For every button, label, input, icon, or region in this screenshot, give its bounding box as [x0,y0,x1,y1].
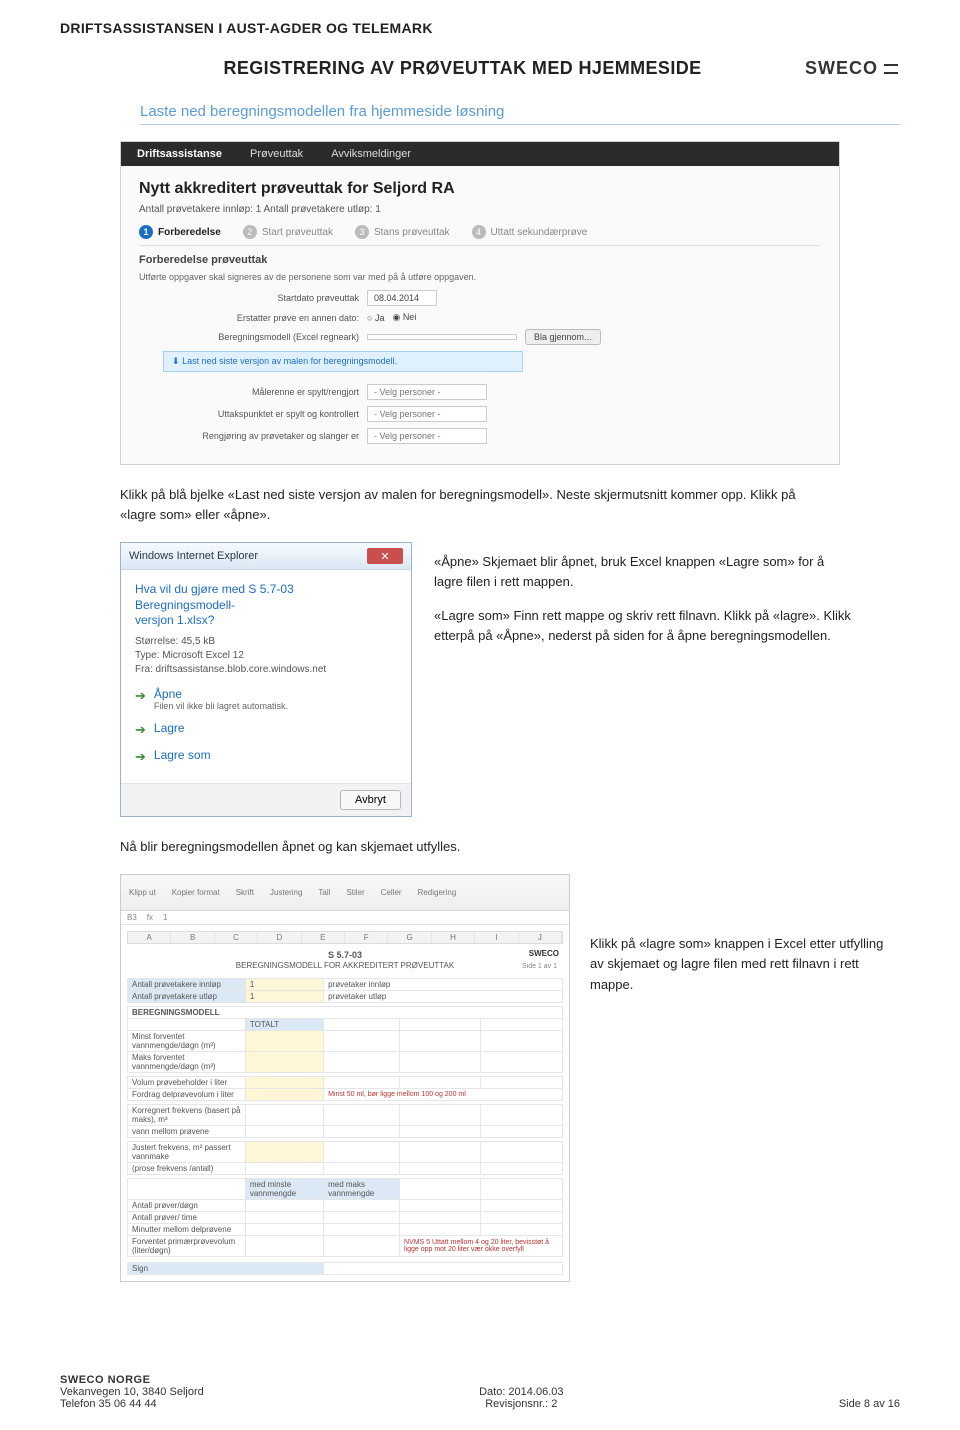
row-uttakspunkt: Uttakspunktet er spylt og kontrollert - … [139,406,821,422]
sheet-logo: SWECO [529,949,559,958]
select-rengjoring[interactable]: - Velg personer - [367,428,487,444]
form-section-desc: Utførte oppgaver skal signeres av de per… [139,272,821,282]
footer-revision: Revisjonsnr.: 2 [479,1398,563,1410]
arrow-icon: ➔ [135,749,146,765]
label-malerenne: Målerenne er spylt/rengjort [139,387,359,397]
label-rengjoring: Rengjøring av prøvetaker og slanger er [139,431,359,441]
download-text: Last ned siste versjon av malen for bere… [182,356,397,366]
select-uttakspunkt[interactable]: - Velg personer - [367,406,487,422]
dialog-and-text-row: Windows Internet Explorer ✕ Hva vil du g… [120,542,900,817]
download-link-bar[interactable]: ⬇ Last ned siste versjon av malen for be… [163,351,523,372]
radio-nei[interactable]: ◉ Nei [392,312,416,323]
ie-download-dialog: Windows Internet Explorer ✕ Hva vil du g… [120,542,412,817]
row-erstatter: Erstatter prøve en annen dato: ○ Ja ◉ Ne… [139,312,821,323]
download-icon: ⬇ [172,356,180,366]
label-uttakspunkt: Uttakspunktet er spylt og kontrollert [139,409,359,419]
row-malerenne: Målerenne er spylt/rengjort - Velg perso… [139,384,821,400]
footer-page: Side 8 av 16 [839,1398,900,1410]
webapp-topbar: Driftsassistanse Prøveuttak Avviksmeldin… [121,142,839,166]
logo-mark-icon [882,60,900,78]
instruction-right-text-2: Klikk på «lagre som» knappen i Excel ett… [590,874,890,994]
section-rule [140,124,900,125]
step-4[interactable]: 4Uttatt sekundærprøve [472,225,588,239]
nav-item-proveuttak[interactable]: Prøveuttak [250,148,303,160]
label-model: Beregningsmodell (Excel regneark) [139,332,359,342]
logo-text: SWECO [805,58,878,79]
radio-ja[interactable]: ○ Ja [367,313,384,323]
option-open[interactable]: ➔ Åpne Filen vil ikke bli lagret automat… [135,687,397,711]
arrow-icon: ➔ [135,688,146,704]
dialog-title-text: Windows Internet Explorer [129,550,258,562]
nav-item-avvik[interactable]: Avviksmeldinger [331,148,411,160]
excel-and-text-row: Klipp utKopier format SkriftJustering Ta… [120,874,900,1282]
row-rengjoring: Rengjøring av prøvetaker og slanger er -… [139,428,821,444]
webapp-body: Nytt akkreditert prøveuttak for Seljord … [121,166,839,464]
screenshot-excel: Klipp utKopier format SkriftJustering Ta… [120,874,570,1282]
footer-left: SWECO NORGE Vekanvegen 10, 3840 Seljord … [60,1374,204,1410]
step-1[interactable]: 1Forberedelse [139,225,221,239]
right-para-1: «Åpne» Skjemaet blir åpnet, bruk Excel k… [434,552,854,592]
instruction-para-2: Nå blir beregningsmodellen åpnet og kan … [120,837,820,857]
page-footer: SWECO NORGE Vekanvegen 10, 3840 Seljord … [60,1374,900,1410]
sheet-title-1: S 5.7-03 [127,950,563,960]
document-title: REGISTRERING AV PRØVEUTTAK MED HJEMMESID… [120,58,805,79]
excel-formula-bar[interactable]: B3fx1 [121,911,569,925]
select-malerenne[interactable]: - Velg personer - [367,384,487,400]
footer-company: SWECO NORGE [60,1374,204,1386]
browse-button[interactable]: Bla gjennom... [525,329,601,345]
dialog-titlebar: Windows Internet Explorer ✕ [121,543,411,570]
excel-table: Antall prøvetakere innløp1prøvetaker inn… [127,978,563,1275]
instruction-right-text: «Åpne» Skjemaet blir åpnet, bruk Excel k… [434,542,854,817]
dialog-question: Hva vil du gjøre med S 5.7-03 Beregnings… [135,582,397,629]
screenshot-webapp: Driftsassistanse Prøveuttak Avviksmeldin… [120,141,840,465]
option-save[interactable]: ➔ Lagre [135,721,397,738]
label-startdato: Startdato prøveuttak [139,293,359,303]
excel-col-headers: ABCDEFGHIJ [127,931,563,944]
excel-sheet[interactable]: ABCDEFGHIJ S 5.7-03 BEREGNINGSMODELL FOR… [121,925,569,1281]
header-org: DRIFTSASSISTANSEN I AUST-AGDER OG TELEMA… [60,20,900,36]
section-heading: Laste ned beregningsmodellen fra hjemmes… [140,103,900,120]
label-erstatter: Erstatter prøve en annen dato: [139,313,359,323]
nav-brand[interactable]: Driftsassistanse [137,148,222,160]
arrow-icon: ➔ [135,722,146,738]
row-model: Beregningsmodell (Excel regneark) Bla gj… [139,329,821,345]
webapp-subline: Antall prøvetakere innløp: 1 Antall prøv… [139,204,821,215]
sheet-page: Side 1 av 1 [522,963,557,970]
option-save-as[interactable]: ➔ Lagre som [135,748,397,765]
footer-phone: Telefon 35 06 44 44 [60,1398,204,1410]
webapp-page-title: Nytt akkreditert prøveuttak for Seljord … [139,180,821,198]
footer-address: Vekanvegen 10, 3840 Seljord [60,1386,204,1398]
excel-ribbon[interactable]: Klipp utKopier format SkriftJustering Ta… [121,875,569,911]
step-3[interactable]: 3Stans prøveuttak [355,225,450,239]
sweco-logo: SWECO [805,58,900,79]
instruction-para-1: Klikk på blå bjelke «Last ned siste vers… [120,485,820,524]
right-para-2: «Lagre som» Finn rett mappe og skriv ret… [434,606,854,646]
step-2[interactable]: 2Start prøveuttak [243,225,333,239]
sheet-title-2: BEREGNINGSMODELL FOR AKKREDITERT PRØVEUT… [127,961,563,970]
cancel-button[interactable]: Avbryt [340,790,401,810]
dialog-footer: Avbryt [121,783,411,816]
dialog-meta: Størrelse: 45,5 kB Type: Microsoft Excel… [135,635,397,677]
input-startdato[interactable]: 08.04.2014 [367,290,437,306]
input-model-file[interactable] [367,334,517,340]
row-startdato: Startdato prøveuttak 08.04.2014 [139,290,821,306]
footer-middle: Dato: 2014.06.03 Revisjonsnr.: 2 [479,1386,563,1410]
close-icon[interactable]: ✕ [367,548,403,564]
dialog-body: Hva vil du gjøre med S 5.7-03 Beregnings… [121,570,411,783]
title-row: REGISTRERING AV PRØVEUTTAK MED HJEMMESID… [60,58,900,79]
footer-date: Dato: 2014.06.03 [479,1386,563,1398]
form-section-title: Forberedelse prøveuttak [139,254,821,266]
step-indicator: 1Forberedelse 2Start prøveuttak 3Stans p… [139,225,821,246]
